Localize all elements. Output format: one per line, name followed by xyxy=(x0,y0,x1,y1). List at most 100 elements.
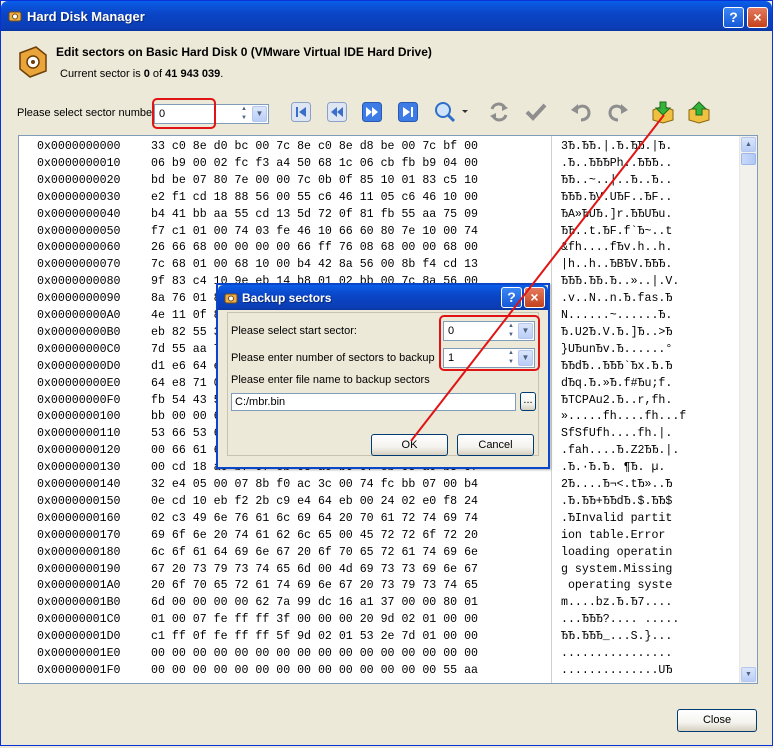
table-row[interactable]: 0x0000000030 e2 f1 cd 18 88 56 00 55 c6 4… xyxy=(19,189,741,206)
table-row[interactable]: 0x0000000070 7c 68 01 00 68 10 00 b4 42 8… xyxy=(19,256,741,273)
redo-button[interactable] xyxy=(606,100,630,124)
hex-ascii-cell[interactable]: ЂЂЂ.ЂV.UЂF..ЂF.. xyxy=(561,191,672,204)
table-row[interactable]: 0x0000000060 26 66 68 00 00 00 00 66 ff 7… xyxy=(19,239,741,256)
sector-dropdown-chevron-icon[interactable]: ▼ xyxy=(252,106,267,122)
scroll-down-icon[interactable]: ▼ xyxy=(741,667,756,682)
hex-ascii-cell[interactable]: .Ђ..ЂЂЂPh..ЂЂЂ.. xyxy=(561,157,672,170)
hex-bytes-cell[interactable]: 33 c0 8e d0 bc 00 7c 8e c0 8e d8 be 00 7… xyxy=(151,140,478,153)
search-button[interactable] xyxy=(433,100,468,124)
hex-bytes-cell[interactable]: 6d 00 00 00 00 62 7a 99 dc 16 a1 37 00 0… xyxy=(151,596,478,609)
hex-ascii-cell[interactable]: ...ЂЂЂ?.... ..... xyxy=(561,613,679,626)
first-sector-button[interactable] xyxy=(291,102,311,122)
browse-button[interactable]: ... xyxy=(520,392,536,411)
spin-down-icon[interactable]: ▼ xyxy=(238,114,250,123)
hex-bytes-cell[interactable]: 32 e4 05 00 07 8b f0 ac 3c 00 74 fc bb 0… xyxy=(151,478,478,491)
previous-sector-button[interactable] xyxy=(327,102,347,122)
hex-bytes-cell[interactable]: e2 f1 cd 18 88 56 00 55 c6 46 11 05 c6 4… xyxy=(151,191,478,204)
hex-bytes-cell[interactable]: 0e cd 10 eb f2 2b c9 e4 64 eb 00 24 02 e… xyxy=(151,495,478,508)
file-name-input[interactable]: C:/mbr.bin xyxy=(231,393,516,411)
hex-ascii-cell[interactable]: ЂA»ЂUЂ.]r.ЂЂUЂu. xyxy=(561,208,672,221)
hex-ascii-cell[interactable]: operating syste xyxy=(561,579,672,592)
hex-ascii-cell[interactable]: ..............UЂ xyxy=(561,664,672,677)
hex-bytes-cell[interactable]: 7c 68 01 00 68 10 00 b4 42 8a 56 00 8b f… xyxy=(151,258,478,271)
undo-button[interactable] xyxy=(569,100,593,124)
table-row[interactable]: 0x00000001F0 00 00 00 00 00 00 00 00 00 0… xyxy=(19,662,741,679)
table-row[interactable]: 0x0000000010 06 b9 00 02 fc f3 a4 50 68 1… xyxy=(19,155,741,172)
vertical-scrollbar[interactable]: ▲ ▼ xyxy=(739,136,757,683)
hex-ascii-cell[interactable]: ЂTCPAu2.Ђ..r,fh. xyxy=(561,394,672,407)
hex-bytes-cell[interactable]: 00 00 00 00 00 00 00 00 00 00 00 00 00 0… xyxy=(151,647,478,660)
table-row[interactable]: 0x0000000050 f7 c1 01 00 74 03 fe 46 10 6… xyxy=(19,223,741,240)
hex-ascii-cell[interactable]: Ђ.U2Ђ.V.Ђ.]Ђ..>Ђ xyxy=(561,326,672,339)
hex-bytes-cell[interactable]: 20 6f 70 65 72 61 74 69 6e 67 20 73 79 7… xyxy=(151,579,478,592)
close-button[interactable]: Close xyxy=(677,709,757,732)
table-row[interactable]: 0x0000000040 b4 41 bb aa 55 cd 13 5d 72 0… xyxy=(19,206,741,223)
hex-bytes-cell[interactable]: bd be 07 80 7e 00 00 7c 0b 0f 85 10 01 8… xyxy=(151,174,478,187)
refresh-button[interactable] xyxy=(487,100,511,124)
hex-bytes-cell[interactable]: 26 66 68 00 00 00 00 66 ff 76 08 68 00 0… xyxy=(151,241,478,254)
table-row[interactable]: 0x00000001C0 01 00 07 fe ff ff 3f 00 00 0… xyxy=(19,611,741,628)
hex-ascii-cell[interactable]: dЂq.Ђ.»Ђ.f#Ђu;f. xyxy=(561,377,672,390)
table-row[interactable]: 0x00000001D0 c1 ff 0f fe ff ff 5f 9d 02 0… xyxy=(19,628,741,645)
hex-ascii-cell[interactable]: 2Ђ....Ђ¬<.tЂ»..Ђ xyxy=(561,478,672,491)
last-sector-button[interactable] xyxy=(398,102,418,122)
table-row[interactable]: 0x0000000190 67 20 73 79 73 74 65 6d 00 4… xyxy=(19,561,741,578)
hex-ascii-cell[interactable]: }UЂunЂv.Ђ......° xyxy=(561,343,672,356)
hex-ascii-cell[interactable]: &fh....fЂv.h..h. xyxy=(561,241,672,254)
hex-ascii-cell[interactable]: .Ђ.·Ђ.Ђ. ¶Ђ. µ. xyxy=(561,461,665,474)
table-row[interactable]: 0x0000000150 0e cd 10 eb f2 2b c9 e4 64 e… xyxy=(19,493,741,510)
hex-ascii-cell[interactable]: .fah....Ђ.Z2ЂЂ.|. xyxy=(561,444,679,457)
hex-ascii-cell[interactable]: ».....fh....fh...f xyxy=(561,410,686,423)
cancel-button[interactable]: Cancel xyxy=(457,434,534,456)
ok-button[interactable]: OK xyxy=(371,434,448,456)
table-row[interactable]: 0x0000000160 02 c3 49 6e 76 61 6c 69 64 2… xyxy=(19,510,741,527)
hex-ascii-cell[interactable]: ЂЂ..t.ЂF.f`Ђ~..t xyxy=(561,225,672,238)
table-row[interactable]: 0x0000000020 bd be 07 80 7e 00 00 7c 0b 0… xyxy=(19,172,741,189)
hex-bytes-cell[interactable]: b4 41 bb aa 55 cd 13 5d 72 0f 81 fb 55 a… xyxy=(151,208,478,221)
hex-bytes-cell[interactable]: 02 c3 49 6e 76 61 6c 69 64 20 70 61 72 7… xyxy=(151,512,478,525)
hex-ascii-cell[interactable]: |h..h..ЂBЂV.ЂЂЂ. xyxy=(561,258,672,271)
table-row[interactable]: 0x00000001A0 20 6f 70 65 72 61 74 69 6e 6… xyxy=(19,577,741,594)
hex-ascii-cell[interactable]: ЂЂ.ЂЂЂ_...S.}... xyxy=(561,630,672,643)
dialog-help-button[interactable]: ? xyxy=(501,287,522,308)
scroll-thumb[interactable] xyxy=(741,153,756,165)
hex-ascii-cell[interactable]: ЂЂdЂ..ЂЂЂ`Ђx.Ђ.Ђ xyxy=(561,360,672,373)
hex-ascii-cell[interactable]: .v..N..n.Ђ.fas.Ђ xyxy=(561,292,672,305)
apply-button[interactable] xyxy=(524,100,548,124)
close-window-button[interactable]: × xyxy=(747,7,768,28)
hex-ascii-cell[interactable]: g system.Missing xyxy=(561,563,672,576)
hex-ascii-cell[interactable]: SfSfUfh....fh.|. xyxy=(561,427,672,440)
hex-ascii-cell[interactable]: loading operatin xyxy=(561,546,672,559)
table-row[interactable]: 0x0000000180 6c 6f 61 64 69 6e 67 20 6f 7… xyxy=(19,544,741,561)
hex-bytes-cell[interactable]: c1 ff 0f fe ff ff 5f 9d 02 01 53 2e 7d 0… xyxy=(151,630,478,643)
spin-up-icon[interactable]: ▲ xyxy=(238,105,250,114)
next-sector-button[interactable] xyxy=(362,102,382,122)
hex-bytes-cell[interactable]: 6c 6f 61 64 69 6e 67 20 6f 70 65 72 61 7… xyxy=(151,546,478,559)
hex-bytes-cell[interactable]: 00 00 00 00 00 00 00 00 00 00 00 00 00 0… xyxy=(151,664,478,677)
hex-ascii-cell[interactable]: ion table.Error xyxy=(561,529,672,542)
table-row[interactable]: 0x00000001B0 6d 00 00 00 00 62 7a 99 dc 1… xyxy=(19,594,741,611)
table-row[interactable]: 0x0000000140 32 e4 05 00 07 8b f0 ac 3c 0… xyxy=(19,476,741,493)
help-button[interactable]: ? xyxy=(723,7,744,28)
backup-sectors-button[interactable] xyxy=(651,100,675,124)
hex-ascii-cell[interactable]: N......~......Ђ. xyxy=(561,309,672,322)
window-titlebar[interactable]: Hard Disk Manager ? × xyxy=(1,1,772,31)
hex-ascii-cell[interactable]: .ЂInvalid partit xyxy=(561,512,672,525)
hex-bytes-cell[interactable]: f7 c1 01 00 74 03 fe 46 10 66 60 80 7e 1… xyxy=(151,225,478,238)
sector-spinner[interactable]: ▲ ▼ xyxy=(238,105,250,123)
table-row[interactable]: 0x0000000170 69 6f 6e 20 74 61 62 6c 65 0… xyxy=(19,527,741,544)
table-row[interactable]: 0x00000001E0 00 00 00 00 00 00 00 00 00 0… xyxy=(19,645,741,662)
hex-bytes-cell[interactable]: 01 00 07 fe ff ff 3f 00 00 00 20 9d 02 0… xyxy=(151,613,478,626)
hex-ascii-cell[interactable]: ЂЂ..~..|..Ђ..Ђ.. xyxy=(561,174,672,187)
dialog-titlebar[interactable]: Backup sectors ? × xyxy=(218,285,548,310)
hex-ascii-cell[interactable]: .Ђ.ЂЂ+ЂЂdЂ.$.ЂЂ$ xyxy=(561,495,672,508)
hex-ascii-cell[interactable]: 3Ђ.ЂЂ.|.Ђ.ЂЂ.|Ђ. xyxy=(561,140,672,153)
scroll-up-icon[interactable]: ▲ xyxy=(741,137,756,152)
hex-bytes-cell[interactable]: 06 b9 00 02 fc f3 a4 50 68 1c 06 cb fb b… xyxy=(151,157,478,170)
dialog-close-button[interactable]: × xyxy=(524,287,545,308)
hex-ascii-cell[interactable]: ЂЂЂ.ЂЂ.Ђ..»..|.V. xyxy=(561,275,679,288)
hex-ascii-cell[interactable]: ................ xyxy=(561,647,672,660)
restore-sectors-button[interactable] xyxy=(687,100,711,124)
hex-bytes-cell[interactable]: 69 6f 6e 20 74 61 62 6c 65 00 45 72 72 6… xyxy=(151,529,478,542)
hex-ascii-cell[interactable]: m....bz.Ђ.Ђ7.... xyxy=(561,596,672,609)
